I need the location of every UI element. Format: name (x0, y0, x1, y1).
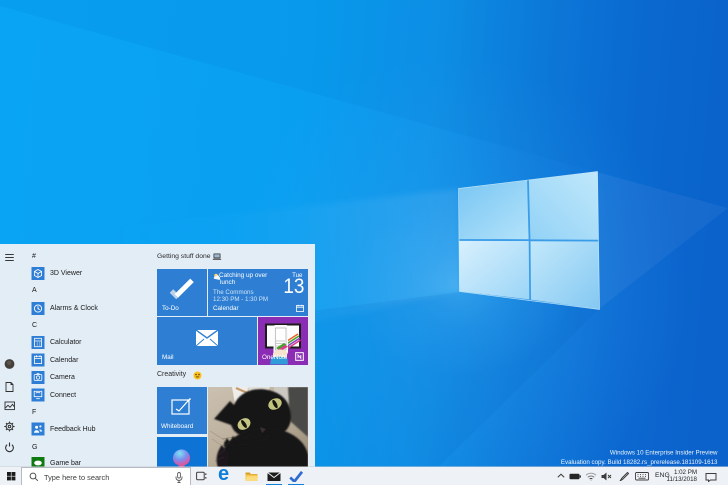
svg-text:Windows 10 Enterprise Insider: Windows 10 Enterprise Insider Preview (610, 450, 718, 457)
svg-text:Evaluation copy. Build 18282.r: Evaluation copy. Build 18282.rs_prerelea… (561, 459, 718, 466)
